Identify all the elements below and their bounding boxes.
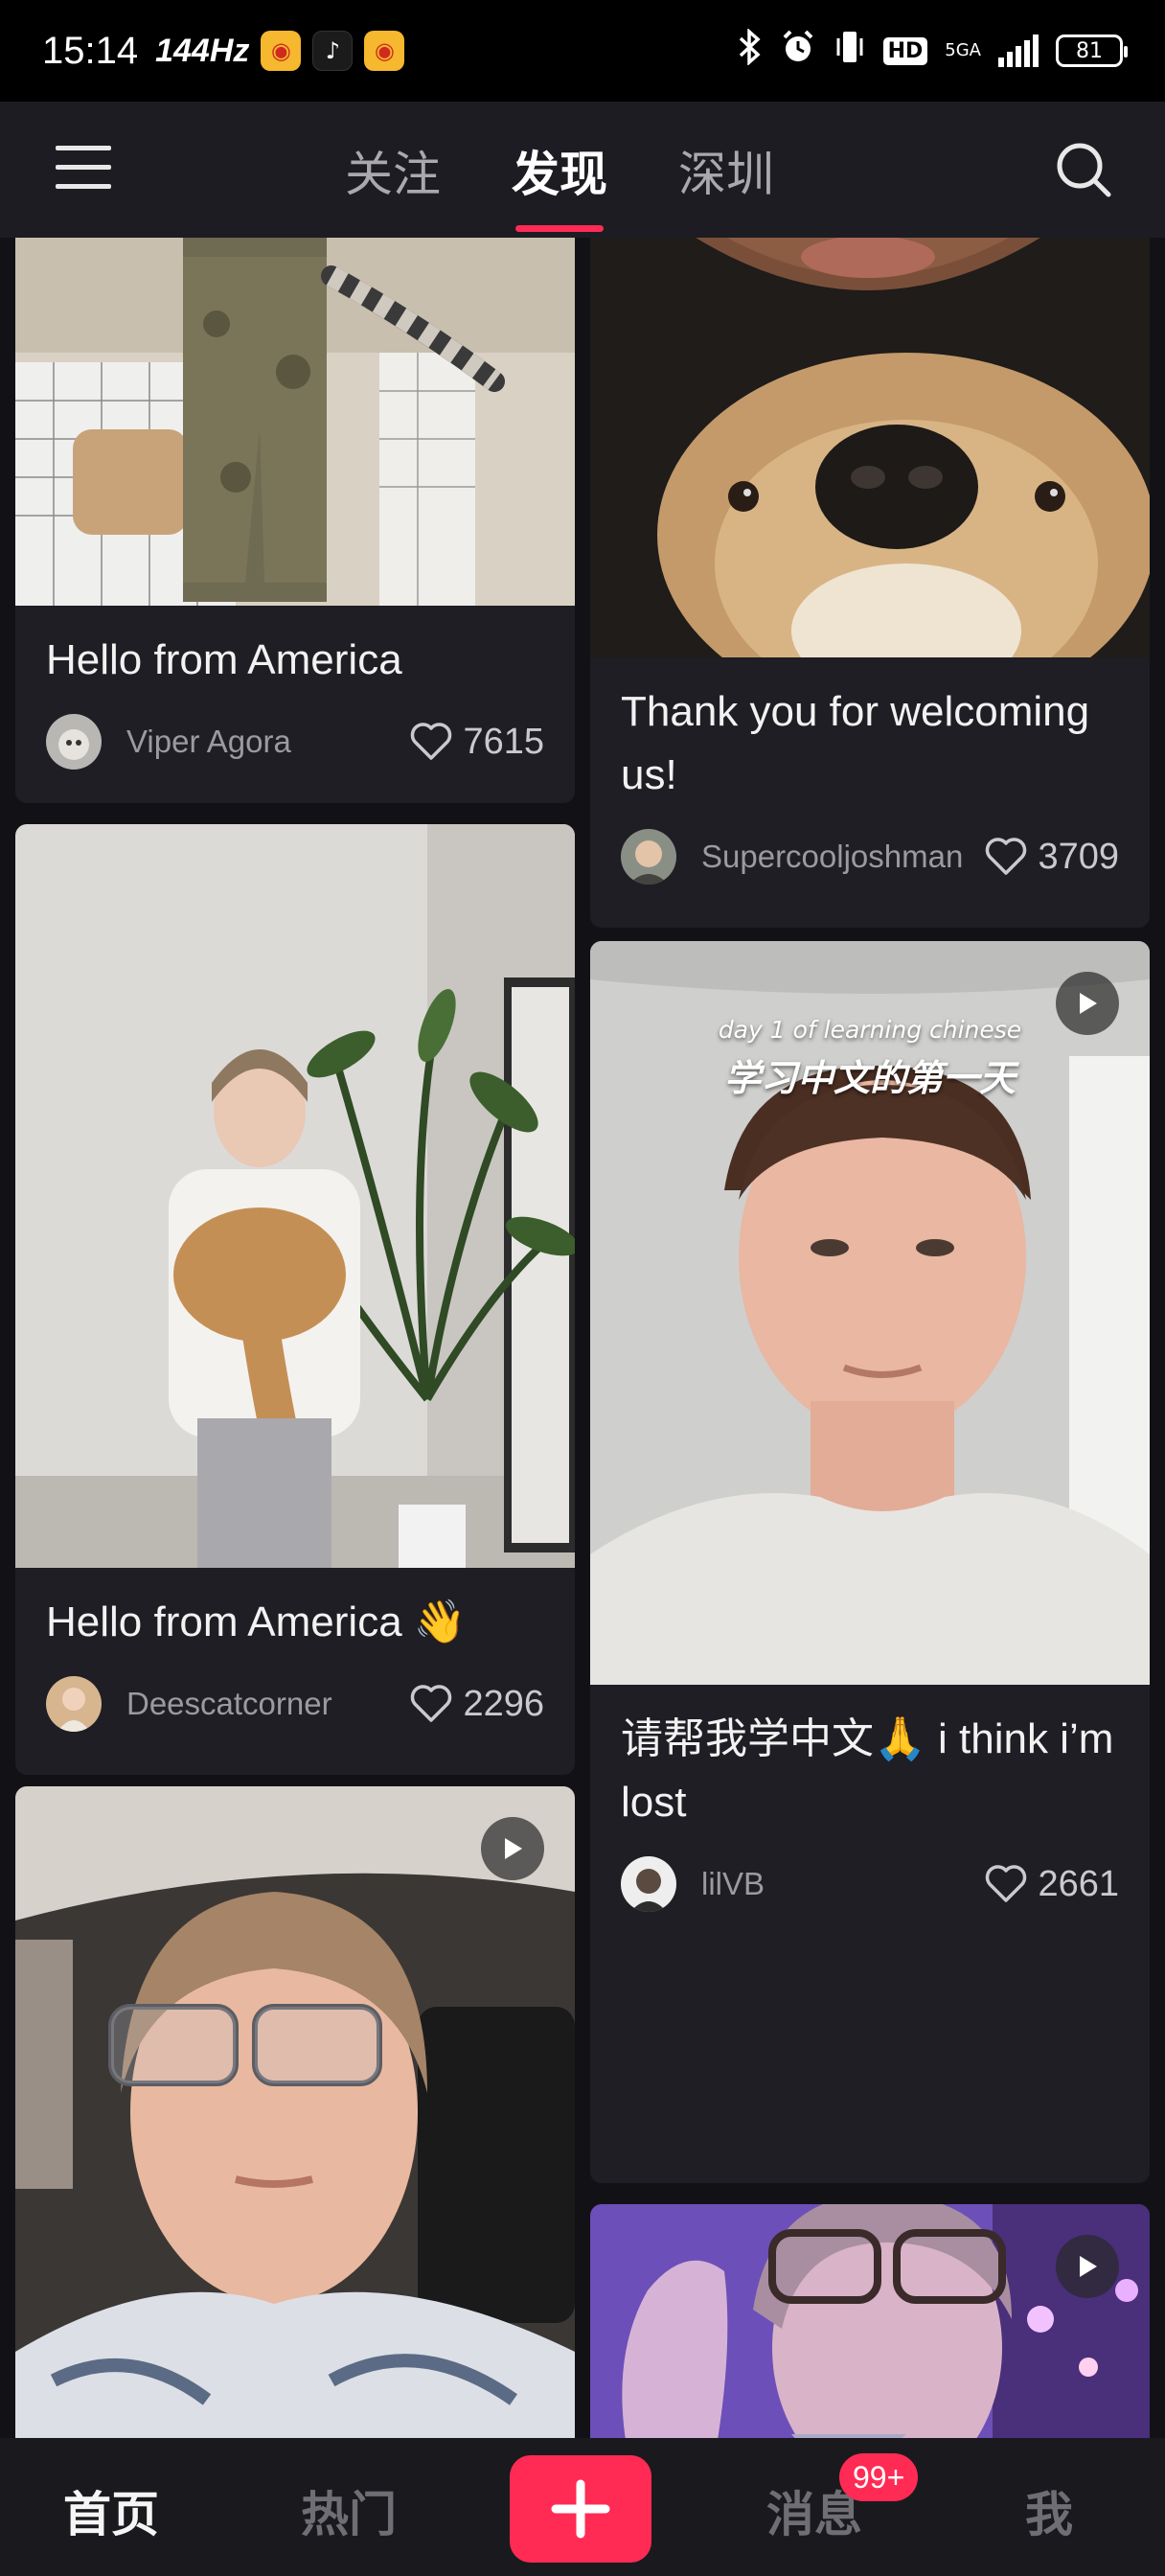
like-count: 3709 (1038, 836, 1119, 877)
card-meta: lilVB 2661 (621, 1855, 1119, 1913)
card-image (15, 824, 575, 1568)
top-navigation-bar: 关注 发现 深圳 (0, 102, 1165, 238)
card-title: 请帮我学中文🙏 i think i’m lost (621, 1715, 1114, 1826)
tab-following[interactable]: 关注 (345, 136, 441, 205)
card-body: Hello from America 👋 Deescatcorner 2296 (15, 1568, 575, 1733)
tab-local-city[interactable]: 深圳 (678, 136, 774, 205)
author-name[interactable]: Deescatcorner (126, 1686, 409, 1722)
video-caption-chinese: 学习中文的第一天 (723, 1057, 1016, 1099)
avatar[interactable] (46, 1676, 102, 1732)
heart-icon (411, 723, 452, 760)
battery-level: 81 (1076, 38, 1103, 63)
hamburger-icon-line (56, 165, 111, 170)
card-title: Hello from America (46, 636, 402, 683)
plus-icon (551, 2479, 610, 2539)
nav-home[interactable]: 首页 (63, 2476, 159, 2545)
like-count: 2661 (1038, 1863, 1119, 1904)
author-name[interactable]: Viper Agora (126, 724, 409, 760)
feed-card[interactable]: Hello from America 👋 Deescatcorner 2296 (15, 824, 575, 1775)
refresh-rate-indicator: 144Hz (155, 32, 250, 69)
app-screen: 15:14 144Hz ◉ ♪ ◉ HD 5GA 81 关注 发现 深圳 Hel… (0, 0, 1165, 2576)
nav-me[interactable]: 我 (1025, 2476, 1073, 2545)
discover-feed[interactable]: Hello from America Viper Agora 7615 Than… (0, 238, 1165, 2438)
battery-indicator: 81 (1056, 34, 1128, 67)
heart-icon (986, 1865, 1027, 1902)
alarm-icon (780, 29, 816, 73)
search-icon (1057, 143, 1111, 197)
like-button[interactable]: 2296 (409, 1684, 544, 1725)
feed-card[interactable]: Thank you for welcoming us! Supercooljos… (590, 238, 1150, 928)
vibrate-icon (834, 29, 866, 73)
play-icon (505, 1838, 522, 1859)
card-image (590, 238, 1150, 657)
card-title: Thank you for welcoming us! (621, 688, 1090, 798)
search-button[interactable] (1054, 140, 1113, 199)
status-bar: 15:14 144Hz ◉ ♪ ◉ HD 5GA 81 (0, 0, 1165, 102)
weibo-notification-icon: ◉ (261, 31, 302, 71)
card-body: Hello from America Viper Agora 7615 (15, 606, 575, 770)
nav-trending[interactable]: 热门 (301, 2476, 397, 2545)
feed-tabs: 关注 发现 深圳 (345, 136, 774, 232)
signal-strength-icon (998, 34, 1039, 67)
author-name[interactable]: lilVB (701, 1866, 984, 1902)
play-button[interactable] (1056, 972, 1119, 1035)
like-count: 2296 (463, 1683, 544, 1724)
menu-button[interactable] (56, 146, 111, 192)
card-body: 请帮我学中文🙏 i think i’m lost lilVB 2661 (590, 1685, 1150, 1913)
play-icon (1080, 2256, 1097, 2277)
card-image (15, 1786, 575, 2438)
feed-card[interactable] (15, 1786, 575, 2438)
feed-card[interactable]: Hello from America Viper Agora 7615 (15, 238, 575, 803)
messages-badge: 99+ (839, 2453, 919, 2501)
like-button[interactable]: 2661 (984, 1864, 1119, 1905)
card-meta: Deescatcorner 2296 (46, 1675, 544, 1733)
hamburger-icon-line (56, 146, 111, 150)
tiktok-notification-icon: ♪ (312, 31, 354, 71)
tab-discover[interactable]: 发现 (512, 136, 607, 232)
avatar[interactable] (46, 714, 102, 770)
hd-voice-icon: HD (882, 36, 928, 65)
avatar[interactable] (621, 829, 676, 885)
card-title: Hello from America 👋 (46, 1598, 467, 1645)
card-image (590, 2204, 1150, 2438)
card-image (15, 238, 575, 606)
card-meta: Viper Agora 7615 (46, 713, 544, 770)
create-post-button[interactable] (510, 2455, 651, 2563)
like-button[interactable]: 3709 (984, 837, 1119, 878)
avatar[interactable] (621, 1856, 676, 1912)
like-button[interactable]: 7615 (409, 722, 544, 763)
bottom-navigation-bar: 首页 热门 消息 99+ 我 (0, 2438, 1165, 2576)
status-time: 15:14 (42, 29, 139, 72)
heart-icon (411, 1685, 452, 1722)
heart-icon (986, 838, 1027, 875)
weibo-notification-icon-2: ◉ (364, 31, 405, 71)
hamburger-icon-line (56, 184, 111, 189)
play-icon (1080, 993, 1097, 1014)
feed-card[interactable]: day 1 of learning chinese 学习中文的第一天 请帮我学中… (590, 941, 1150, 2183)
play-button[interactable] (1056, 2235, 1119, 2298)
author-name[interactable]: Supercooljoshman (701, 839, 984, 875)
card-body: Thank you for welcoming us! Supercooljos… (590, 657, 1150, 886)
feed-card[interactable] (590, 2204, 1150, 2438)
network-type: 5GA (945, 40, 981, 60)
bluetooth-icon (738, 28, 763, 73)
like-count: 7615 (463, 721, 544, 762)
card-meta: Supercooljoshman 3709 (621, 828, 1119, 886)
play-button[interactable] (481, 1817, 544, 1880)
card-image: day 1 of learning chinese 学习中文的第一天 (590, 941, 1150, 1685)
